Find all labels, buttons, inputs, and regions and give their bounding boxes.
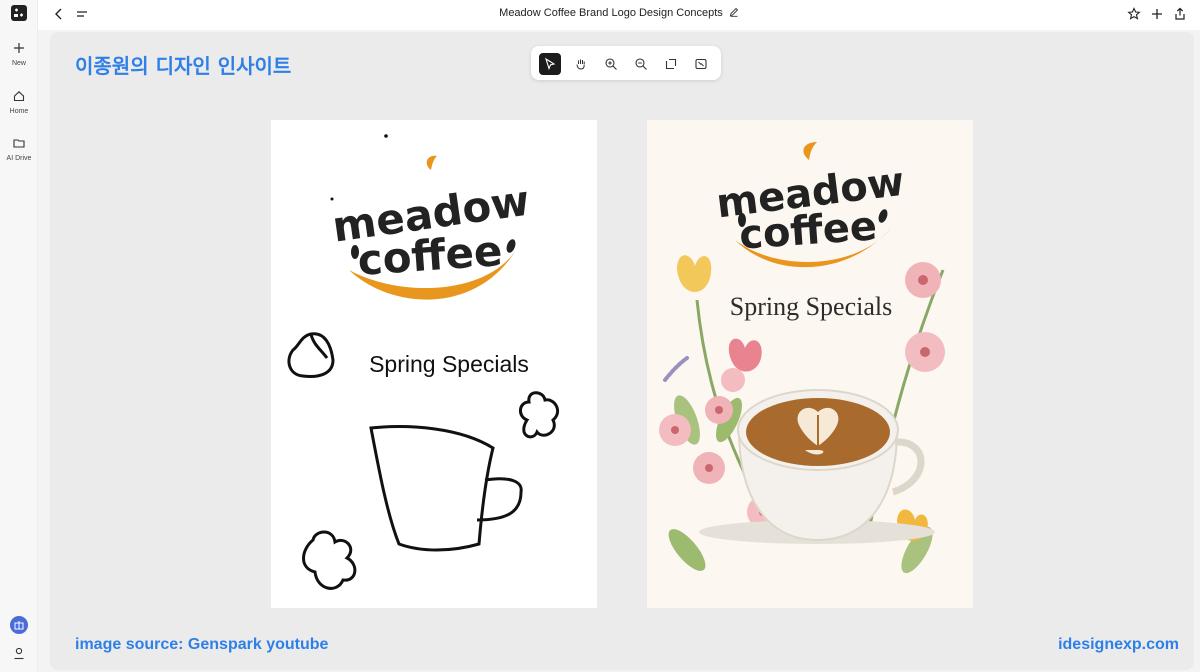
sidebar-item-label: New <box>11 60 26 67</box>
user-profile-icon[interactable] <box>12 646 26 660</box>
zoom-in-tool-button[interactable] <box>600 53 622 75</box>
sidebar-item-new[interactable]: New <box>0 42 38 67</box>
plus-icon <box>14 43 24 53</box>
canvas-toolbar <box>531 46 721 80</box>
document-title[interactable]: Meadow Coffee Brand Logo Design Concepts <box>38 7 1200 19</box>
zoom-out-tool-button[interactable] <box>630 53 652 75</box>
hand-icon <box>576 59 585 70</box>
sketch-design-card[interactable]: meadow coffee Spring Specials <box>271 120 597 608</box>
sketch-artwork: meadow coffee Spring Specials <box>287 134 559 590</box>
pan-tool-button[interactable] <box>570 53 592 75</box>
gift-icon[interactable] <box>10 616 28 634</box>
sketch-headline: Spring Specials <box>369 351 529 377</box>
home-icon <box>13 91 25 102</box>
app-logo-icon[interactable] <box>11 5 27 21</box>
sidebar-item-label: Home <box>9 108 29 115</box>
share-icon[interactable] <box>1173 7 1187 21</box>
fit-screen-tool-button[interactable] <box>690 53 712 75</box>
top-bar: Meadow Coffee Brand Logo Design Concepts <box>38 0 1200 30</box>
sidebar-item-label: AI Drive <box>6 155 32 162</box>
overlay-title: 이종원의 디자인 인사이트 <box>75 54 292 78</box>
add-icon[interactable] <box>1150 7 1164 21</box>
render-logo-line2: coffee <box>738 203 879 259</box>
image-source-credit: image source: Genspark youtube <box>75 636 329 653</box>
folder-icon <box>13 139 25 148</box>
zoom-in-icon <box>605 58 617 70</box>
star-icon[interactable] <box>1127 7 1141 21</box>
sidebar-item-home[interactable]: Home <box>0 90 38 115</box>
left-sidebar: New Home AI Drive <box>0 0 38 672</box>
sketch-logo-line2: coffee <box>356 226 504 285</box>
design-canvas[interactable]: 이종원의 디자인 인사이트 meadow coffee Spring Speci… <box>50 32 1194 670</box>
rendered-artwork: meadow coffee Spring Specials <box>659 142 945 574</box>
site-watermark: idesignexp.com <box>1058 636 1179 653</box>
edit-pencil-icon[interactable] <box>729 7 739 17</box>
frame-tool-button[interactable] <box>660 53 682 75</box>
cursor-icon <box>545 57 556 71</box>
document-title-text: Meadow Coffee Brand Logo Design Concepts <box>499 7 723 19</box>
frame-icon <box>665 58 677 70</box>
render-headline: Spring Specials <box>730 292 893 321</box>
rendered-design-card[interactable]: meadow coffee Spring Specials <box>647 120 973 608</box>
select-tool-button[interactable] <box>539 53 561 75</box>
zoom-out-icon <box>635 58 647 70</box>
sidebar-item-ai-drive[interactable]: AI Drive <box>0 137 38 162</box>
fit-screen-icon <box>695 58 707 70</box>
